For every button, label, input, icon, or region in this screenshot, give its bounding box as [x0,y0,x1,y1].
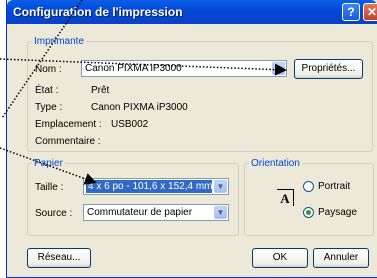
close-button[interactable]: ✕ [363,3,377,21]
landscape-label[interactable]: Paysage [318,207,357,218]
landscape-a-icon: A [277,189,294,206]
location-value: USB002 [111,119,149,130]
orientation-group: Orientation [244,158,374,236]
cancel-button[interactable]: Annuler [313,248,369,268]
paper-group-label: Papier [34,158,63,169]
printer-name-combo[interactable]: Canon PIXMA iP3000 ▼ [81,60,287,77]
printer-group: Imprimante [27,36,373,152]
question-icon: ? [347,5,355,19]
window-title: Configuration de l'impression [13,5,183,19]
paper-source-label: Source : [35,208,73,219]
printer-name-label: Nom : [35,64,62,75]
ok-button[interactable]: OK [252,248,308,268]
paper-source-value: Commutateur de papier [87,207,193,218]
status-label: État : [35,85,59,96]
paper-size-label: Taille : [35,182,64,193]
close-icon: ✕ [366,5,377,19]
paper-size-combo[interactable]: 4 x 6 po - 101,6 x 152,4 mm ▼ [83,178,229,195]
network-button[interactable]: Réseau... [27,248,91,268]
print-setup-dialog: Configuration de l'impression ? ✕ Imprim… [6,0,377,278]
printer-group-label: Imprimante [34,36,85,47]
help-button[interactable]: ? [342,3,360,21]
chevron-down-icon[interactable]: ▼ [272,62,285,75]
location-label: Emplacement : [35,119,102,130]
type-label: Type : [35,102,63,113]
properties-button[interactable]: Propriétés... [294,59,363,79]
chevron-down-icon[interactable]: ▼ [214,180,227,193]
portrait-radio[interactable] [303,181,314,192]
chevron-down-icon[interactable]: ▼ [214,206,227,219]
title-bar[interactable]: Configuration de l'impression ? ✕ [7,0,377,24]
printer-name-value: Canon PIXMA iP3000 [85,63,182,74]
comment-label: Commentaire : [35,136,101,147]
status-value: Prêt [91,85,110,96]
paper-source-combo[interactable]: Commutateur de papier ▼ [83,204,229,221]
paper-size-value: 4 x 6 po - 101,6 x 152,4 mm [86,180,213,193]
portrait-label[interactable]: Portrait [318,181,350,192]
landscape-radio[interactable] [303,207,314,218]
type-value: Canon PIXMA iP3000 [91,102,188,113]
orientation-group-label: Orientation [251,158,300,169]
paper-group: Papier [27,158,239,236]
